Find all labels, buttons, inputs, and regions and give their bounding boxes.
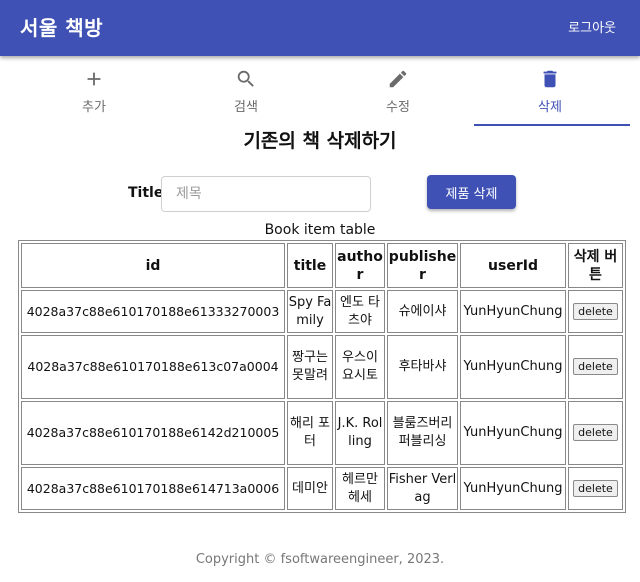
column-header-delete: 삭제 버튼 bbox=[568, 243, 623, 288]
cell-author: J.K. Rolling bbox=[335, 401, 385, 465]
table-row: 4028a37c88e610170188e614713a0006 데미안 헤르만… bbox=[21, 467, 623, 510]
logout-button[interactable]: 로그아웃 bbox=[568, 17, 616, 36]
delete-product-button[interactable]: 제품 삭제 bbox=[427, 175, 516, 209]
column-header-author: author bbox=[335, 243, 385, 288]
book-table: id title author publisher userId 삭제 버튼 4… bbox=[18, 240, 626, 513]
cell-title: 해리 포터 bbox=[287, 401, 333, 465]
cell-author: 엔도 타츠야 bbox=[335, 290, 385, 333]
cell-id: 4028a37c88e610170188e614713a0006 bbox=[21, 467, 285, 510]
cell-title: 데미안 bbox=[287, 467, 333, 510]
delete-button[interactable]: delete bbox=[573, 479, 618, 497]
cell-title: 짱구는 못말려 bbox=[287, 335, 333, 399]
copyright-footer: Copyright © fsoftwareengineer, 2023. bbox=[195, 552, 445, 567]
table-caption: Book item table bbox=[264, 222, 376, 238]
column-header-title: title bbox=[287, 243, 333, 288]
pencil-icon bbox=[389, 70, 407, 88]
cell-publisher: 후타바샤 bbox=[387, 335, 458, 399]
cell-author: 우스이 요시토 bbox=[335, 335, 385, 399]
table-row: 4028a37c88e610170188e613c07a0004 짱구는 못말려… bbox=[21, 335, 623, 399]
trash-icon bbox=[543, 70, 557, 88]
tab-label: 삭제 bbox=[538, 100, 562, 115]
table-row: 4028a37c88e610170188e61333270003 Spy Fam… bbox=[21, 290, 623, 333]
cell-userid: YunHyunChung bbox=[460, 290, 566, 333]
cell-delete: delete bbox=[568, 290, 623, 333]
title-input[interactable] bbox=[161, 176, 371, 212]
cell-delete: delete bbox=[568, 401, 623, 465]
cell-publisher: 슈에이샤 bbox=[387, 290, 458, 333]
title-label: Title bbox=[128, 185, 164, 201]
cell-id: 4028a37c88e610170188e6142d210005 bbox=[21, 401, 285, 465]
cell-id: 4028a37c88e610170188e61333270003 bbox=[21, 290, 285, 333]
column-header-userid: userId bbox=[460, 243, 566, 288]
tab-label: 검색 bbox=[234, 100, 258, 115]
cell-id: 4028a37c88e610170188e613c07a0004 bbox=[21, 335, 285, 399]
app-bar: 서울 책방 로그아웃 bbox=[0, 0, 640, 56]
tab-label: 수정 bbox=[386, 100, 410, 115]
column-header-publisher: publisher bbox=[387, 243, 458, 288]
cell-userid: YunHyunChung bbox=[460, 401, 566, 465]
plus-icon bbox=[87, 72, 101, 86]
cell-delete: delete bbox=[568, 335, 623, 399]
cell-userid: YunHyunChung bbox=[460, 335, 566, 399]
cell-publisher: Fisher Verlag bbox=[387, 467, 458, 510]
delete-button[interactable]: delete bbox=[573, 358, 618, 375]
table-header-row: id title author publisher userId 삭제 버튼 bbox=[21, 243, 623, 288]
cell-title: Spy Family bbox=[287, 290, 333, 333]
tab-edit[interactable]: 수정 bbox=[322, 56, 474, 128]
cell-publisher: 블룸즈버리 퍼블리싱 bbox=[387, 401, 458, 465]
tab-delete[interactable]: 삭제 bbox=[474, 56, 630, 128]
cell-delete: delete bbox=[568, 467, 623, 510]
column-header-id: id bbox=[21, 243, 285, 288]
delete-button[interactable]: delete bbox=[573, 302, 618, 320]
page-title: 기존의 책 삭제하기 bbox=[243, 130, 397, 152]
tab-search[interactable]: 검색 bbox=[170, 56, 322, 128]
search-icon bbox=[237, 70, 254, 87]
tab-bar: 추가 검색 수정 삭제 bbox=[0, 56, 640, 128]
table-row: 4028a37c88e610170188e6142d210005 해리 포터 J… bbox=[21, 401, 623, 465]
delete-button[interactable]: delete bbox=[573, 424, 618, 441]
cell-userid: YunHyunChung bbox=[460, 467, 566, 510]
tab-add[interactable]: 추가 bbox=[18, 56, 170, 128]
tab-label: 추가 bbox=[82, 100, 106, 115]
app-title: 서울 책방 bbox=[20, 16, 104, 40]
delete-form: Title 제품 삭제 bbox=[0, 175, 640, 215]
cell-author: 헤르만 헤세 bbox=[335, 467, 385, 510]
